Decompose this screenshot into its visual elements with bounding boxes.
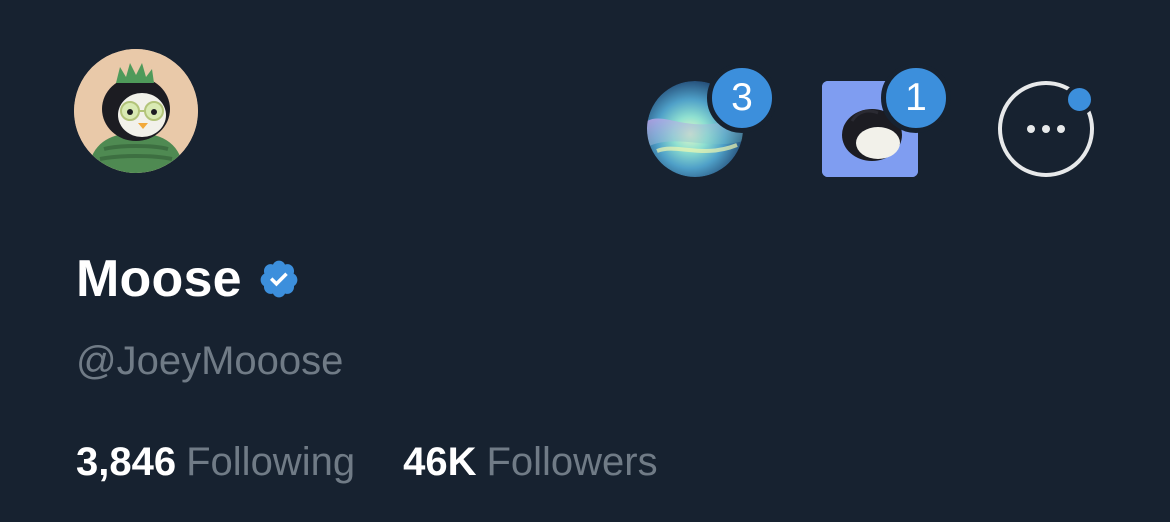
profile-avatar[interactable]	[74, 49, 198, 173]
verified-badge-icon[interactable]	[258, 258, 300, 300]
profile-header: 3 1 Moose @JoeyMooose 3,846 Following 46…	[0, 0, 1170, 522]
following-label: Following	[186, 440, 356, 484]
followers-count: 46K	[403, 440, 477, 484]
user-handle: @JoeyMooose	[76, 339, 344, 383]
more-options-notification-dot	[1064, 84, 1095, 115]
display-name: Moose	[76, 250, 242, 308]
more-options-dot	[1057, 125, 1065, 133]
following-count: 3,846	[76, 440, 177, 484]
following-link[interactable]: 3,846 Following	[76, 438, 355, 486]
followers-label: Followers	[486, 440, 658, 484]
penguin-avatar-icon	[74, 49, 198, 173]
community-notification-badge: 3	[707, 63, 777, 133]
more-options-dot	[1042, 125, 1050, 133]
more-options-icon	[1027, 125, 1035, 133]
followers-link[interactable]: 46K Followers	[403, 438, 658, 486]
penguin-notification-badge: 1	[881, 63, 951, 133]
follow-stats: 3,846 Following 46K Followers	[76, 438, 658, 486]
name-row: Moose	[76, 249, 300, 309]
